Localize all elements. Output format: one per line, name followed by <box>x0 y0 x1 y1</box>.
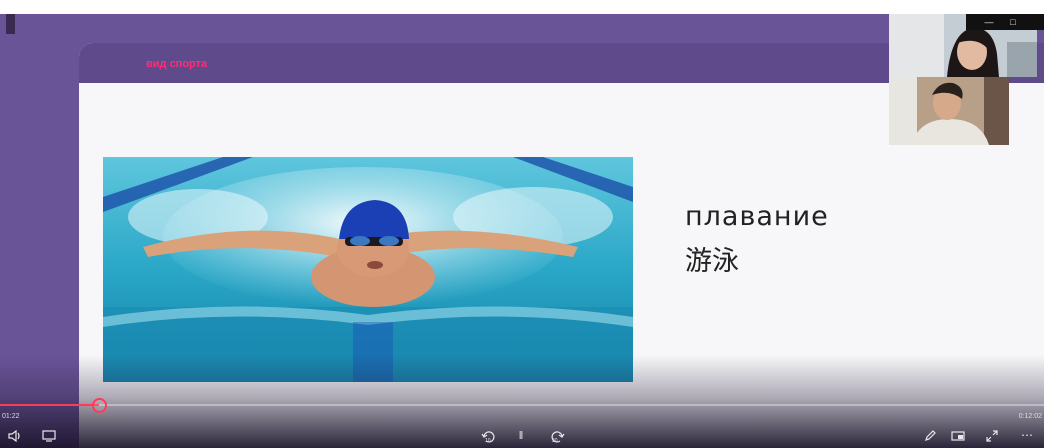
picture-in-picture-icon[interactable] <box>950 430 966 445</box>
speaker-icon[interactable] <box>6 429 24 445</box>
progress-fill <box>0 404 100 406</box>
left-edge-tab <box>6 14 15 34</box>
rewind-button[interactable]: 10 <box>479 430 499 447</box>
pen-icon[interactable] <box>922 430 938 445</box>
maximize-icon[interactable]: □ <box>1004 14 1022 30</box>
total-time: 0:12:02 <box>1018 413 1042 420</box>
captions-icon[interactable] <box>40 430 58 445</box>
more-icon[interactable]: ⋯ <box>1018 428 1036 442</box>
rewind-label: 10 <box>485 438 491 444</box>
forward-label: 30 <box>552 438 558 444</box>
fullscreen-icon[interactable] <box>984 430 1000 445</box>
slide-title: вид спорта <box>146 58 208 70</box>
participant-video-2[interactable] <box>889 77 1009 145</box>
minimize-icon[interactable]: — <box>980 14 998 30</box>
top-strip <box>0 0 1044 14</box>
pause-icon[interactable]: ǁ <box>514 429 528 443</box>
progress-bar[interactable] <box>0 398 1044 413</box>
window-controls: — □ <box>966 14 1044 30</box>
word-chinese: 游泳 <box>685 246 739 277</box>
forward-button[interactable]: 30 <box>547 430 567 447</box>
swimmer-photo <box>103 157 633 382</box>
word-russian: плавание <box>685 201 829 232</box>
current-time: 01:22 <box>2 413 20 420</box>
